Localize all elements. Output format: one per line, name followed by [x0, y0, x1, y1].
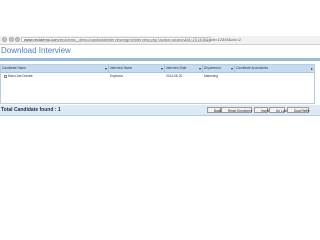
- column-header-department[interactable]: Department ▾: [203, 65, 235, 72]
- url-input[interactable]: www.recidemo.com/recidemo_demo/candidate…: [21, 37, 241, 42]
- invert-button[interactable]: Invert: [254, 107, 269, 113]
- reset-enrolment-button[interactable]: Reset Enrolment: [221, 107, 252, 113]
- browser-window: www.recidemo.com/recidemo_demo/candidate…: [0, 36, 320, 126]
- column-header-candidate-accessibles[interactable]: Candidate Accessibles ▸: [235, 65, 314, 72]
- cell-candidate-name: Mono Ate Donate: [8, 74, 33, 78]
- url-host: www.recidemo.com: [24, 37, 59, 42]
- back-icon[interactable]: [2, 37, 7, 42]
- forward-icon[interactable]: [9, 37, 14, 42]
- row-checkbox[interactable]: [4, 75, 7, 78]
- back-button[interactable]: Back: [207, 107, 221, 113]
- browser-address-bar: www.recidemo.com/recidemo_demo/candidate…: [0, 36, 320, 45]
- grid-header: Candidate Name ▾ Interview Name ▾ Interv…: [1, 65, 314, 73]
- column-header-label: Department: [204, 66, 221, 70]
- sort-arrow-icon[interactable]: ▾: [105, 65, 107, 72]
- total-candidates-label: Total Candidate found : 1: [1, 107, 61, 113]
- sort-arrow-icon[interactable]: ▾: [231, 65, 233, 72]
- column-header-label: Candidate Accessibles: [236, 66, 269, 70]
- sort-arrow-icon[interactable]: ▾: [161, 65, 163, 72]
- grid-footer: Total Candidate found : 1 Back Reset Enr…: [0, 105, 320, 116]
- refresh-icon[interactable]: [15, 37, 20, 42]
- sort-arrow-icon[interactable]: ▸: [311, 65, 313, 72]
- column-header-interview-date[interactable]: Interview Date ▾: [165, 65, 203, 72]
- page-title: Download Interview: [1, 46, 71, 55]
- column-header-label: Candidate Name: [2, 66, 26, 70]
- cell-interview-date: 2014-06-20: [166, 74, 183, 78]
- column-header-interview-name[interactable]: Interview Name ▾: [109, 65, 165, 72]
- title-divider: [0, 58, 320, 61]
- url-text: www.recidemo.com/recidemo_demo/candidate…: [24, 37, 241, 43]
- dual-refile-button[interactable]: Dual Refile: [287, 107, 310, 113]
- url-path: /recidemo_demo/candidateinterviewmgmt/in…: [58, 37, 242, 42]
- cell-interview-name: Euphoria: [110, 74, 123, 78]
- cell-department: Marketing: [204, 74, 218, 78]
- column-header-label: Interview Name: [110, 66, 133, 70]
- column-header-label: Interview Date: [166, 66, 187, 70]
- sort-arrow-icon[interactable]: ▾: [199, 65, 201, 72]
- candidate-grid: Candidate Name ▾ Interview Name ▾ Interv…: [0, 64, 315, 104]
- column-header-candidate-name[interactable]: Candidate Name ▾: [1, 65, 109, 72]
- unlock-button[interactable]: Un Lock: [269, 107, 288, 113]
